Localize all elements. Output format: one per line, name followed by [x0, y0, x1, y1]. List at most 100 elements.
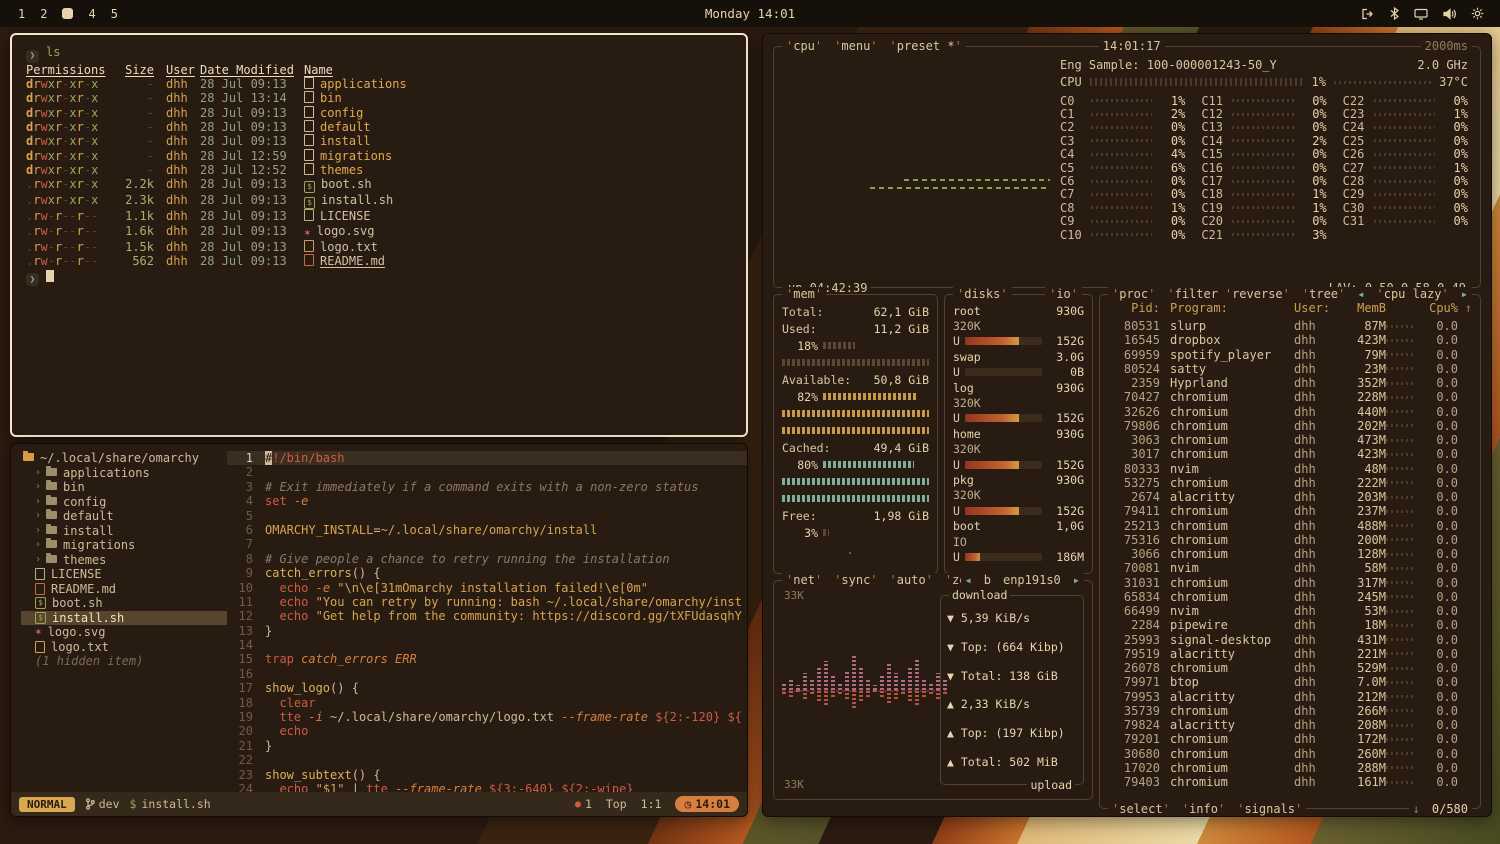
process-row[interactable]: 2284pipewiredhh18M0.0: [1108, 618, 1472, 632]
sort-prev-icon[interactable]: ◂: [1357, 287, 1364, 301]
refresh-interval[interactable]: 2000ms: [1425, 39, 1468, 53]
process-row[interactable]: 70427chromiumdhh228M0.0: [1108, 390, 1472, 404]
bluetooth-icon[interactable]: [1390, 7, 1399, 20]
process-row[interactable]: 2359Hyprlanddhh352M0.0: [1108, 376, 1472, 390]
filter-button[interactable]: filter: [1167, 287, 1225, 301]
select-button[interactable]: select: [1112, 802, 1170, 816]
workspace-4[interactable]: 4: [88, 7, 95, 21]
tree-item-config[interactable]: ›config: [21, 495, 227, 510]
process-row[interactable]: 53275chromiumdhh222M0.0: [1108, 476, 1472, 490]
file-row: drwxr-xr-x-dhh28 Jul 09:13applications: [26, 77, 732, 91]
tree-item-default[interactable]: ›default: [21, 509, 227, 524]
process-row[interactable]: 79403chromiumdhh161M0.0: [1108, 775, 1472, 789]
workspace-active[interactable]: [62, 8, 73, 19]
logout-icon[interactable]: [1361, 8, 1375, 20]
network-stats: download ▼ 5,39 KiB/s ▼ Top: (664 Kibp) …: [940, 595, 1084, 785]
process-row[interactable]: 79806chromiumdhh202M0.0: [1108, 419, 1472, 433]
tree-item-applications[interactable]: ›applications: [21, 466, 227, 481]
process-row[interactable]: 75316chromiumdhh200M0.0: [1108, 533, 1472, 547]
process-row[interactable]: 3066chromiumdhh128M0.0: [1108, 547, 1472, 561]
process-row[interactable]: 79971btopdhh7.0M0.0: [1108, 675, 1472, 689]
diagnostics[interactable]: ●1: [575, 797, 592, 811]
process-row[interactable]: 35739chromiumdhh266M0.0: [1108, 704, 1472, 718]
process-row[interactable]: 25213chromiumdhh488M0.0: [1108, 519, 1472, 533]
process-row[interactable]: 70081nvimdhh58M0.0: [1108, 561, 1472, 575]
workspace-2[interactable]: 2: [40, 7, 47, 21]
io-toggle-button[interactable]: io: [1049, 287, 1078, 301]
iface-prev-icon[interactable]: ◂: [965, 573, 972, 587]
process-row[interactable]: 3063chromiumdhh473M0.0: [1108, 433, 1472, 447]
tree-item-README.md[interactable]: README.md: [21, 582, 227, 597]
settings-icon[interactable]: [1471, 7, 1484, 20]
process-row[interactable]: 31031chromiumdhh317M0.0: [1108, 576, 1472, 590]
net-scale-top: 33K: [784, 589, 804, 602]
file-name: default: [320, 120, 371, 134]
process-row[interactable]: 17020chromiumdhh288M0.0: [1108, 761, 1472, 775]
net-up-bar: [796, 690, 800, 692]
disk-boot: boot1,0G: [953, 518, 1084, 533]
process-row[interactable]: 79411chromiumdhh237M0.0: [1108, 504, 1472, 518]
tree-item-LICENSE[interactable]: LICENSE: [21, 567, 227, 582]
process-row[interactable]: 80531slurpdhh87M0.0: [1108, 319, 1472, 333]
process-row[interactable]: 66499nvimdhh53M0.0: [1108, 604, 1472, 618]
process-row[interactable]: 65834chromiumdhh245M0.0: [1108, 590, 1472, 604]
tree-item-install.sh[interactable]: $install.sh: [21, 611, 227, 626]
scroll-down-icon[interactable]: ↓: [1413, 802, 1420, 816]
info-button[interactable]: info: [1182, 802, 1225, 816]
process-row[interactable]: 30680chromiumdhh260M0.0: [1108, 747, 1472, 761]
memory-panel: mem Total:62,1 GiBUsed:11,2 GiB18%Availa…: [773, 294, 938, 574]
tree-item-logo.svg[interactable]: ✶logo.svg: [21, 625, 227, 640]
screenshare-icon[interactable]: [1414, 8, 1428, 20]
upload-label: upload: [1027, 778, 1075, 792]
terminal-content[interactable]: ❯ls PermissionsSizeUserDate ModifiedName…: [12, 35, 746, 296]
process-row[interactable]: 79953alacrittydhh212M0.0: [1108, 690, 1472, 704]
tree-item-bin[interactable]: ›bin: [21, 480, 227, 495]
statusline-clock: ◷14:01: [675, 796, 739, 812]
tree-item-install[interactable]: ›install: [21, 524, 227, 539]
process-row[interactable]: 2674alacrittydhh203M0.0: [1108, 490, 1472, 504]
code-editor[interactable]: 1#!/bin/bash23# Exit immediately if a co…: [227, 444, 747, 792]
volume-icon[interactable]: [1443, 8, 1456, 20]
cpu-total-meter: [1090, 78, 1304, 86]
process-row[interactable]: 79519alacrittydhh221M0.0: [1108, 647, 1472, 661]
menu-button[interactable]: menu: [834, 39, 877, 53]
sort-next-icon[interactable]: ▸: [1461, 287, 1468, 301]
process-row[interactable]: 16545dropboxdhh423M0.0: [1108, 333, 1472, 347]
net-sync-button[interactable]: sync: [834, 573, 877, 587]
tree-item-migrations[interactable]: ›migrations: [21, 538, 227, 553]
tree-button[interactable]: tree: [1302, 287, 1345, 301]
process-row[interactable]: 80524sattydhh23M0.0: [1108, 362, 1472, 376]
process-row[interactable]: 25993signal-desktopdhh431M0.0: [1108, 633, 1472, 647]
bar-clock[interactable]: Monday 14:01: [705, 6, 795, 21]
net-auto-button[interactable]: auto: [890, 573, 933, 587]
file-name: themes: [320, 163, 363, 177]
process-row[interactable]: 3017chromiumdhh423M0.0: [1108, 447, 1472, 461]
file-row: drwxr-xr-x-dhh28 Jul 09:13install: [26, 134, 732, 148]
iface-next-icon[interactable]: ▸: [1073, 573, 1080, 587]
workspace-5[interactable]: 5: [111, 7, 118, 21]
file-name: LICENSE: [320, 209, 371, 223]
process-row[interactable]: 79201chromiumdhh172M0.0: [1108, 732, 1472, 746]
signals-button[interactable]: signals: [1237, 802, 1302, 816]
shell-file-icon: $: [304, 181, 315, 193]
disk-log: log930G: [953, 380, 1084, 395]
tree-item-boot.sh[interactable]: $boot.sh: [21, 596, 227, 611]
tree-item-logo.txt[interactable]: logo.txt: [21, 640, 227, 655]
net-b-button[interactable]: b: [984, 573, 991, 587]
process-row[interactable]: 32626chromiumdhh440M0.0: [1108, 405, 1472, 419]
workspace-1[interactable]: 1: [18, 7, 25, 21]
dir-file-icon: [304, 163, 314, 175]
tree-item-themes[interactable]: ›themes: [21, 553, 227, 568]
process-row[interactable]: 79824alacrittydhh208M0.0: [1108, 718, 1472, 732]
process-row[interactable]: 80333nvimdhh48M0.0: [1108, 462, 1472, 476]
git-branch[interactable]: dev: [85, 797, 120, 811]
tree-root[interactable]: ~/.local/share/omarchy: [21, 451, 227, 466]
error-dot-icon: ●: [575, 799, 581, 810]
cpu-graph-line: [904, 179, 1050, 181]
reverse-button[interactable]: reverse: [1225, 287, 1290, 301]
process-row[interactable]: 69959spotify_playerdhh79M0.0: [1108, 348, 1472, 362]
preset-button[interactable]: preset *: [890, 39, 962, 53]
process-row[interactable]: 26078chromiumdhh529M0.0: [1108, 661, 1472, 675]
code-line: 11 echo "You can retry by running: bash …: [227, 595, 747, 609]
network-interface: enp191s0: [1003, 573, 1061, 587]
